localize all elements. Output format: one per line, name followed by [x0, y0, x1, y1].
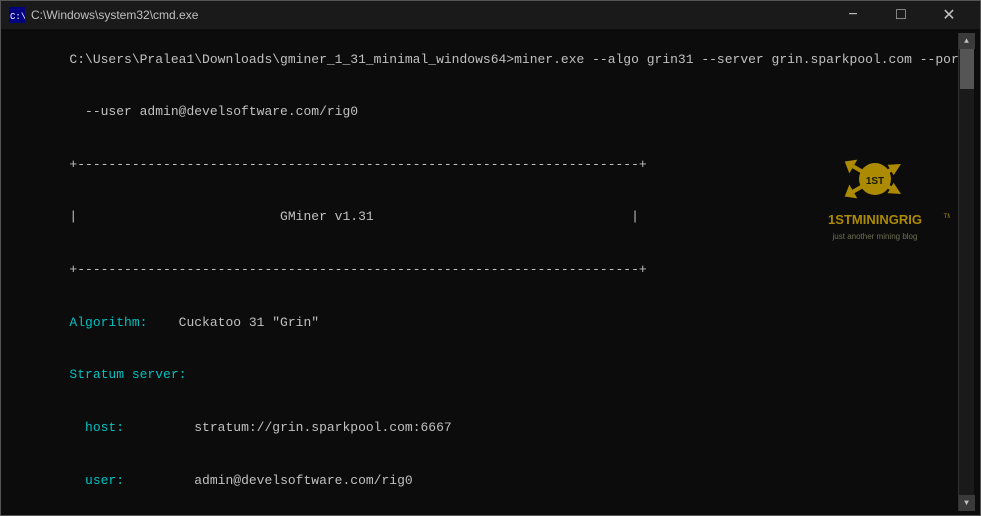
svg-text:just another mining blog: just another mining blog — [832, 232, 918, 241]
terminal-line: C:\Users\Pralea1\Downloads\gminer_1_31_m… — [7, 33, 958, 86]
titlebar: C:\ C:\Windows\system32\cmd.exe − □ ✕ — [1, 1, 980, 29]
maximize-button[interactable]: □ — [878, 1, 924, 29]
terminal-body: C:\Users\Pralea1\Downloads\gminer_1_31_m… — [1, 29, 980, 515]
svg-text:1STMININGRIG: 1STMININGRIG — [828, 212, 922, 227]
titlebar-buttons: − □ ✕ — [830, 1, 972, 29]
cmd-window: C:\ C:\Windows\system32\cmd.exe − □ ✕ C:… — [0, 0, 981, 516]
terminal-line: user: admin@develsoftware.com/rig0 — [7, 454, 958, 507]
cmd-icon: C:\ — [9, 7, 25, 23]
terminal-content: C:\Users\Pralea1\Downloads\gminer_1_31_m… — [7, 33, 958, 511]
scrollbar[interactable]: ▲ ▼ — [958, 33, 974, 511]
scrollbar-thumb[interactable] — [960, 49, 974, 89]
mining-logo: 1ST 1STMININGRIG TM just another mining … — [800, 134, 950, 258]
terminal-line: password: x — [7, 507, 958, 511]
terminal-line: host: stratum://grin.sparkpool.com:6667 — [7, 401, 958, 454]
svg-text:TM: TM — [944, 214, 950, 220]
svg-text:C:\: C:\ — [10, 12, 25, 22]
svg-text:1ST: 1ST — [866, 176, 884, 187]
scrollbar-track[interactable] — [959, 49, 974, 495]
scroll-down-arrow[interactable]: ▼ — [959, 495, 975, 511]
terminal-line: --user admin@develsoftware.com/rig0 — [7, 86, 958, 139]
logo-svg: 1ST 1STMININGRIG TM just another mining … — [800, 134, 950, 254]
scroll-up-arrow[interactable]: ▲ — [959, 33, 975, 49]
minimize-button[interactable]: − — [830, 1, 876, 29]
terminal-line: Algorithm: Cuckatoo 31 "Grin" — [7, 296, 958, 349]
titlebar-title: C:\Windows\system32\cmd.exe — [31, 8, 830, 22]
terminal-line: Stratum server: — [7, 349, 958, 402]
close-button[interactable]: ✕ — [926, 1, 972, 29]
